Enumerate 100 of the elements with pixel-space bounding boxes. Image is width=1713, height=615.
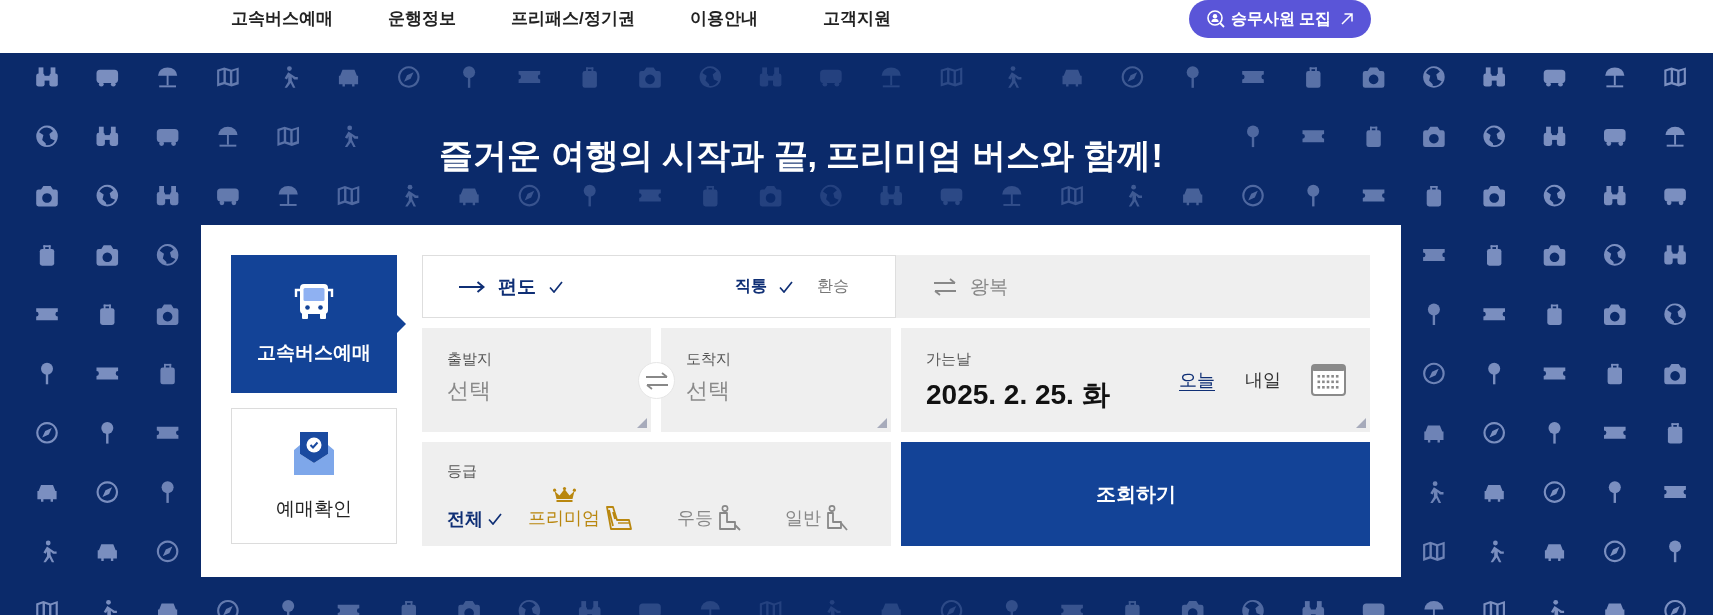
date-shortcut[interactable]: 내일 (1245, 368, 1281, 392)
binoculars-icon (1543, 126, 1566, 146)
van-icon (217, 188, 239, 206)
van-icon (1543, 69, 1566, 87)
map-pin-icon (161, 481, 174, 503)
van-icon (940, 188, 963, 206)
nav-link[interactable]: 프리패스/정기권 (511, 7, 635, 31)
binoculars-icon (880, 186, 902, 206)
map-icon (1423, 541, 1445, 561)
beach-umbrella-icon (700, 601, 720, 615)
walking-person-icon (827, 599, 841, 615)
date-shortcut[interactable]: 오늘 (1179, 368, 1215, 392)
calendar-icon[interactable] (1311, 364, 1346, 396)
van-icon (96, 69, 119, 87)
compass-icon (398, 66, 420, 88)
field-label: 가는날 (926, 349, 972, 369)
nav-link[interactable]: 고속버스예매 (231, 7, 333, 31)
map-pin-icon (1427, 303, 1440, 325)
ticket-icon (337, 604, 360, 615)
van-icon (1604, 129, 1626, 146)
route-option[interactable]: 직통 (735, 276, 793, 297)
walking-person-icon (1430, 481, 1444, 503)
nav-link[interactable]: 이용안내 (689, 7, 758, 31)
map-icon (1061, 186, 1083, 206)
ticket-icon (36, 308, 58, 321)
grade-option[interactable]: 전체 (447, 507, 502, 531)
car-icon (459, 188, 479, 206)
field-label: 도착지 (686, 349, 732, 369)
map-pin-icon (463, 66, 476, 88)
compass-icon (36, 422, 58, 444)
swap-arrows-icon (644, 371, 669, 390)
car-icon (1183, 188, 1203, 206)
beach-umbrella-icon (158, 67, 178, 88)
ticket-icon (518, 71, 541, 83)
compass-icon (1423, 362, 1445, 385)
globe-icon (1543, 184, 1566, 207)
ticket-icon (96, 367, 119, 380)
suitcase-icon (1607, 363, 1622, 385)
check-icon (549, 280, 563, 293)
walking-person-icon (1550, 599, 1565, 615)
globe-icon (699, 66, 722, 88)
camera-icon (1483, 186, 1505, 207)
binoculars-icon (96, 126, 119, 146)
suitcase-icon (100, 304, 115, 325)
car-icon (1484, 484, 1504, 502)
beach-umbrella-icon (1605, 67, 1625, 88)
suitcase-icon (39, 245, 55, 266)
car-icon (97, 544, 117, 561)
compass-icon (518, 184, 541, 207)
van-icon (820, 69, 842, 87)
compass-icon (1121, 66, 1144, 88)
camera-icon (759, 186, 782, 207)
nav-link[interactable]: 고객지원 (822, 7, 891, 31)
side-tab[interactable]: 예매확인 (231, 408, 397, 544)
ticket-icon (1362, 189, 1385, 202)
recruit-button[interactable]: 승무사원 모집 (1189, 0, 1371, 38)
ticket-icon (1543, 367, 1566, 380)
map-icon (36, 601, 58, 615)
compass-icon (1483, 422, 1505, 444)
ticket-icon (1302, 130, 1325, 143)
arrow-right-icon (459, 280, 485, 293)
ticket-icon (156, 426, 179, 439)
corner-triangle-icon (1356, 418, 1366, 428)
search-button[interactable]: 조회하기 (901, 442, 1370, 546)
map-pin-icon (1005, 599, 1018, 615)
tab-pointer-icon (396, 314, 406, 334)
camera-icon (96, 245, 119, 266)
trip-type-tab[interactable]: 편도 (459, 273, 563, 300)
camera-icon (1423, 126, 1445, 148)
camera-icon (1362, 67, 1385, 88)
globe-icon (1604, 244, 1626, 266)
person-search-icon (1206, 10, 1225, 28)
camera-icon (1604, 304, 1626, 325)
suitcase-icon (1125, 601, 1140, 615)
car-icon (1424, 425, 1444, 443)
map-icon (217, 67, 239, 87)
car-icon (1062, 69, 1082, 87)
car-icon (1605, 603, 1625, 615)
globe-icon (1483, 125, 1505, 148)
compass-icon (1242, 184, 1264, 207)
arrival-input[interactable]: 선택 (686, 376, 846, 406)
ticket-icon (639, 189, 661, 202)
map-pin-icon (41, 362, 53, 385)
map-pin-icon (1186, 66, 1199, 88)
corner-triangle-icon (637, 418, 647, 428)
route-option[interactable]: 환승 (817, 276, 849, 297)
globe-icon (1664, 303, 1686, 325)
car-icon (338, 69, 359, 87)
camera-icon (1664, 363, 1686, 385)
binoculars-icon (1302, 601, 1325, 615)
binoculars-icon (1604, 186, 1626, 206)
seated-person-icon (826, 505, 848, 531)
bus-icon (293, 283, 335, 319)
beach-umbrella-icon (218, 126, 238, 147)
departure-input[interactable]: 선택 (447, 376, 607, 406)
globe-icon (820, 184, 842, 207)
camera-icon (36, 186, 58, 207)
field-label: 등급 (447, 461, 478, 481)
globe-icon (36, 125, 58, 148)
nav-link[interactable]: 운행정보 (388, 7, 456, 31)
